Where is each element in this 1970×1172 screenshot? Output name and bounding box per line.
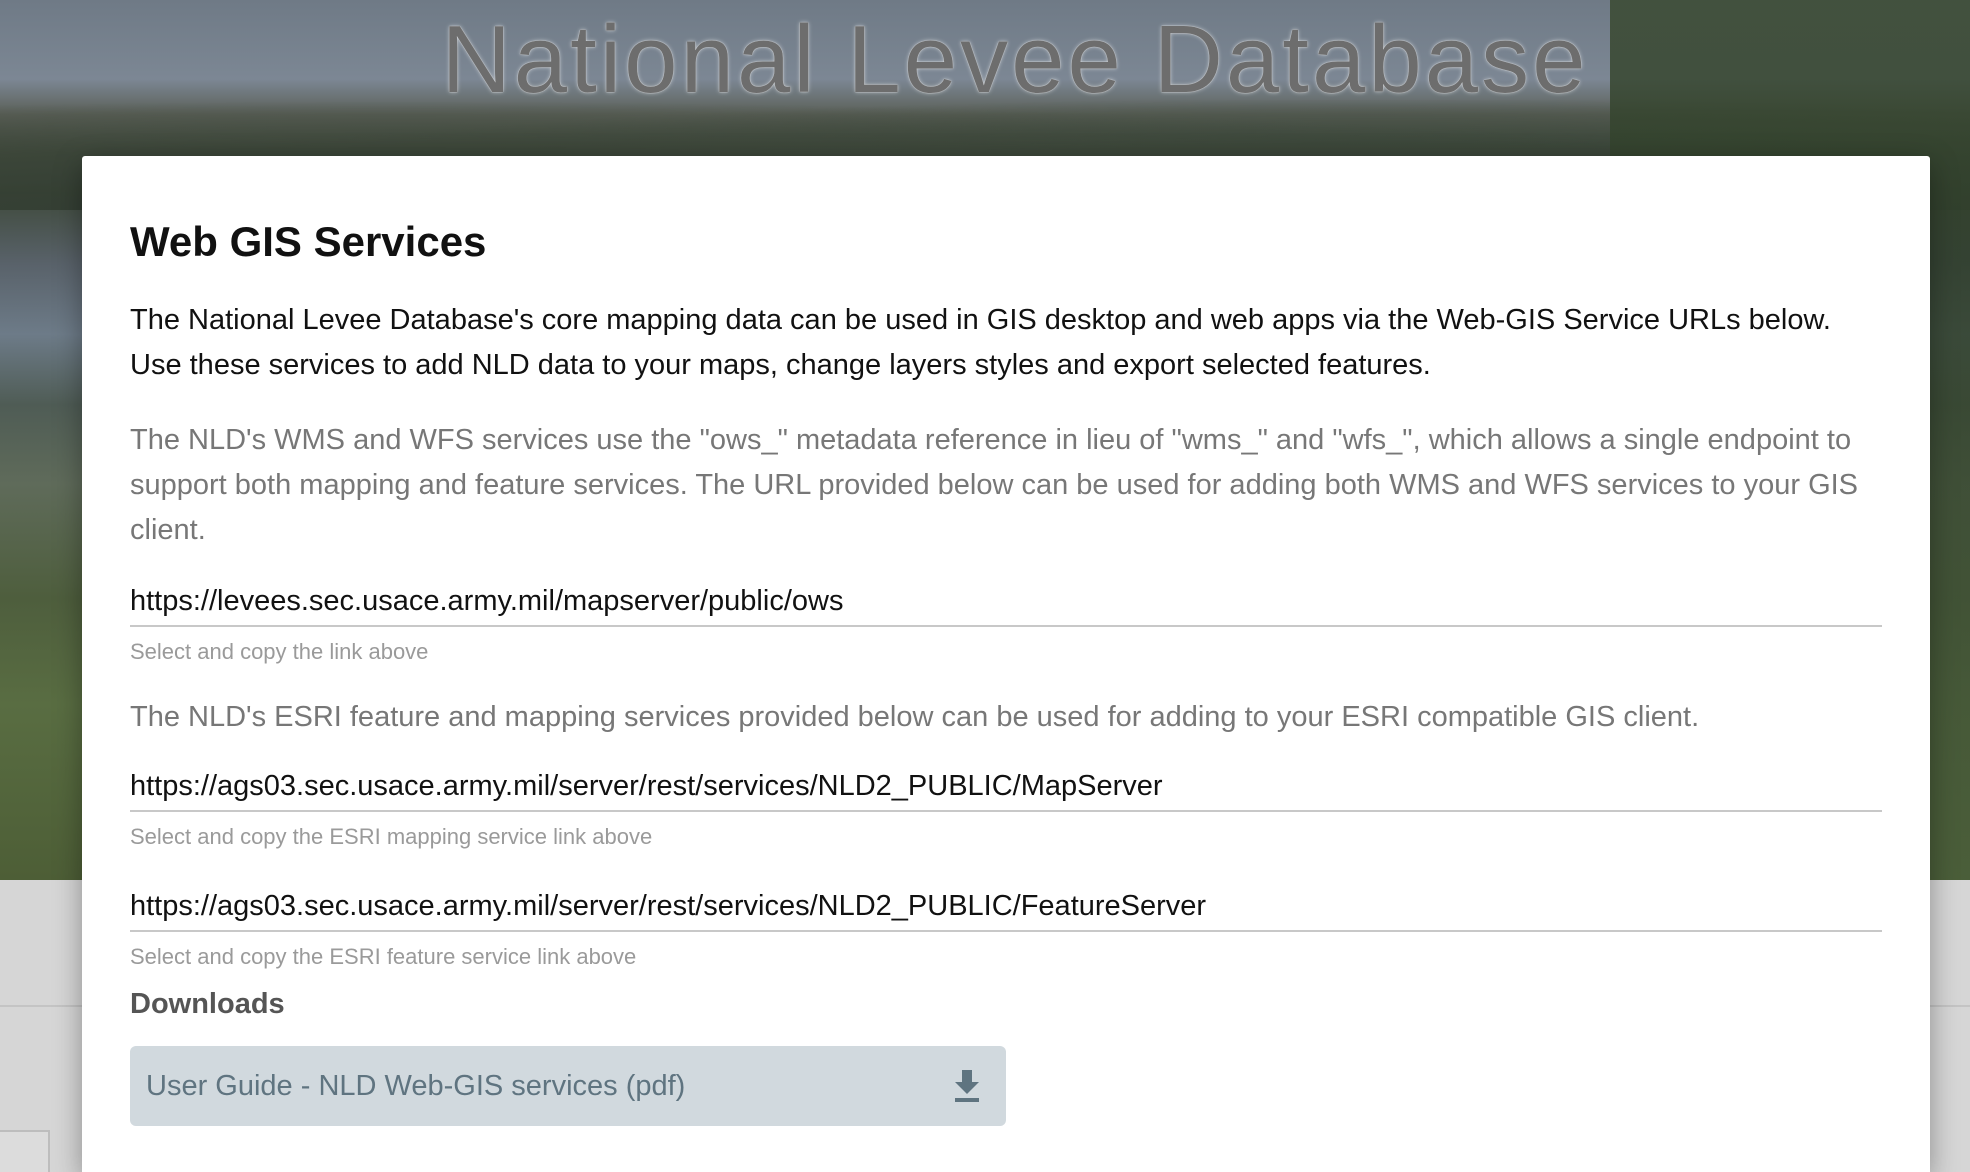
ows-url-field xyxy=(130,581,1882,627)
dialog-title: Web GIS Services xyxy=(130,218,487,265)
downloads-heading: Downloads xyxy=(130,988,285,1020)
ows-note-text: The NLD's WMS and WFS services use the "… xyxy=(130,424,1859,546)
background-element xyxy=(0,1130,50,1172)
esri-feature-url-input[interactable] xyxy=(130,886,1882,926)
esri-note-text: The NLD's ESRI feature and mapping servi… xyxy=(130,701,1700,733)
download-button-label: User Guide - NLD Web-GIS services (pdf) xyxy=(146,1069,686,1102)
page: National Levee Database Web GIS Services… xyxy=(0,0,1970,1172)
site-title: National Levee Database xyxy=(441,6,1589,113)
esri-feature-url-field xyxy=(130,886,1882,932)
user-guide-download-button[interactable]: User Guide - NLD Web-GIS services (pdf) xyxy=(130,1046,1006,1126)
intro-text: The National Levee Database's core mappi… xyxy=(130,304,1831,381)
ows-url-input[interactable] xyxy=(130,581,1882,621)
esri-map-url-field xyxy=(130,766,1882,812)
esri-map-url-input[interactable] xyxy=(130,766,1882,806)
ows-url-hint: Select and copy the link above xyxy=(130,639,429,664)
esri-feature-url-hint: Select and copy the ESRI feature service… xyxy=(130,944,637,969)
web-gis-services-dialog: Web GIS Services The National Levee Data… xyxy=(82,156,1930,1172)
esri-map-url-hint: Select and copy the ESRI mapping service… xyxy=(130,824,653,849)
download-icon xyxy=(955,1070,979,1102)
